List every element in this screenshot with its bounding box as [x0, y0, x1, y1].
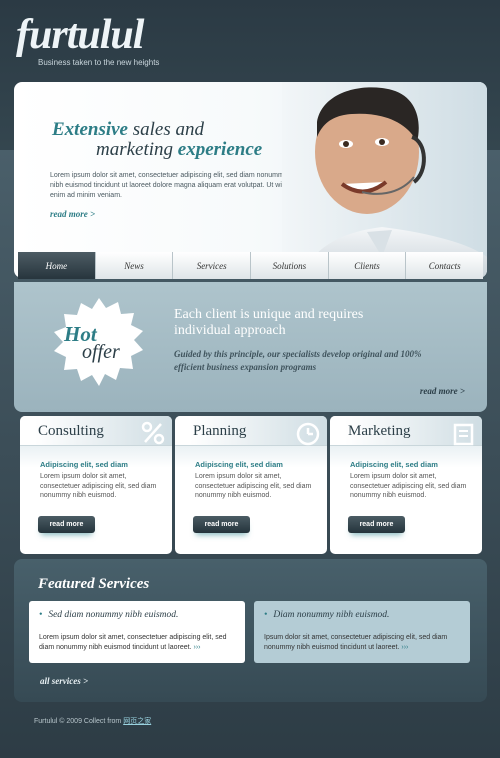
support-agent-photo [282, 82, 487, 278]
percent-icon [141, 421, 165, 445]
footer-link[interactable]: 网页之家 [123, 718, 151, 725]
nav-services[interactable]: Services [173, 252, 252, 279]
bullet-icon: • [39, 610, 43, 620]
service-box-consulting: Consulting Adipiscing elit, sed diam Lor… [20, 416, 172, 554]
logo-tagline: Business taken to the new heights [38, 58, 160, 67]
hero-title-part1: sales and [128, 119, 204, 140]
box-content: Adipiscing elit, sed diam Lorem ipsum do… [330, 446, 482, 501]
footer-text: Furtulul © 2009 Collect from [34, 718, 124, 725]
clock-icon [296, 422, 320, 446]
box-text: Lorem ipsum dolor sit amet, consectetuer… [195, 473, 312, 499]
logo-text: furtulul [16, 12, 144, 58]
nav-clients[interactable]: Clients [328, 252, 407, 279]
featured-card-text-body: Ipsum dolor sit amet, consectetuer adipi… [264, 634, 448, 651]
hero-title-em1: Extensive [52, 119, 128, 140]
offer-text: Guided by this principle, our specialist… [174, 349, 422, 372]
nav-contacts[interactable]: Contacts [406, 252, 484, 279]
box-title: Consulting [38, 423, 104, 439]
featured-card-title: • Sed diam nonummy nibh euismod. [39, 610, 178, 620]
featured-card-1[interactable]: • Sed diam nonummy nibh euismod. Lorem ip… [29, 601, 245, 663]
featured-title: Featured Services [38, 576, 150, 592]
box-header: Marketing [330, 416, 482, 446]
box-title: Planning [193, 423, 247, 439]
planning-read-more-button[interactable]: read more [193, 516, 250, 533]
box-header: Consulting [20, 416, 172, 446]
featured-card-text: Lorem ipsum dolor sit amet, consectetuer… [39, 633, 239, 652]
nav-home[interactable]: Home [18, 252, 96, 279]
hero-title-em2: experience [177, 139, 263, 160]
featured-card-title: • Diam nonummy nibh euismod. [264, 610, 389, 620]
featured-card-2[interactable]: • Diam nonummy nibh euismod. Ipsum dolor … [254, 601, 470, 663]
consulting-read-more-button[interactable]: read more [38, 516, 95, 533]
offer-title: Each client is unique and requires indiv… [174, 307, 364, 338]
hot-offer-section: Hot offer Each client is unique and requ… [14, 282, 487, 412]
logo[interactable]: furtulul Business taken to the new heigh… [16, 14, 159, 67]
box-text: Lorem ipsum dolor sit amet, consectetuer… [350, 473, 467, 499]
featured-card-title-text: Sed diam nonummy nibh euismod. [48, 610, 179, 620]
box-subtitle: Adipiscing elit, sed diam [195, 460, 283, 469]
badge-offer: offer [82, 341, 120, 363]
service-box-planning: Planning Adipiscing elit, sed diam Lorem… [175, 416, 327, 554]
hero-title: Extensive sales and marketing experience [52, 120, 262, 160]
featured-card-title-text: Diam nonummy nibh euismod. [273, 610, 390, 620]
box-content: Adipiscing elit, sed diam Lorem ipsum do… [175, 446, 327, 501]
offer-read-more-link[interactable]: read more > [420, 386, 465, 396]
hero-title-part2: marketing [96, 139, 178, 160]
service-box-marketing: Marketing Adipiscing elit, sed diam Lore… [330, 416, 482, 554]
bullet-icon: • [264, 610, 268, 620]
arrow-icon[interactable]: ››› [193, 644, 200, 651]
featured-card-text: Ipsum dolor sit amet, consectetuer adipi… [264, 633, 464, 652]
document-icon [453, 423, 474, 446]
nav-news[interactable]: News [95, 252, 174, 279]
hero-text: Lorem ipsum dolor sit amet, consectetuer… [50, 172, 288, 199]
all-services-link[interactable]: all services > [40, 676, 88, 686]
box-text: Lorem ipsum dolor sit amet, consectetuer… [40, 473, 157, 499]
marketing-read-more-button[interactable]: read more [348, 516, 405, 533]
hero-title-line2: marketing experience [52, 140, 262, 160]
main-nav: Home News Services Solutions Clients Con… [18, 252, 484, 279]
arrow-icon[interactable]: ››› [401, 644, 408, 651]
footer: Furtulul © 2009 Collect from 网页之家 [34, 716, 151, 726]
box-header: Planning [175, 416, 327, 446]
box-title: Marketing [348, 423, 411, 439]
nav-solutions[interactable]: Solutions [251, 252, 329, 279]
featured-services-section: Featured Services • Sed diam nonummy nibh… [14, 559, 487, 702]
box-content: Adipiscing elit, sed diam Lorem ipsum do… [20, 446, 172, 501]
box-subtitle: Adipiscing elit, sed diam [40, 460, 128, 469]
hero-banner: Extensive sales and marketing experience… [14, 82, 487, 278]
hero-read-more-link[interactable]: read more > [50, 209, 95, 219]
box-subtitle: Adipiscing elit, sed diam [350, 460, 438, 469]
